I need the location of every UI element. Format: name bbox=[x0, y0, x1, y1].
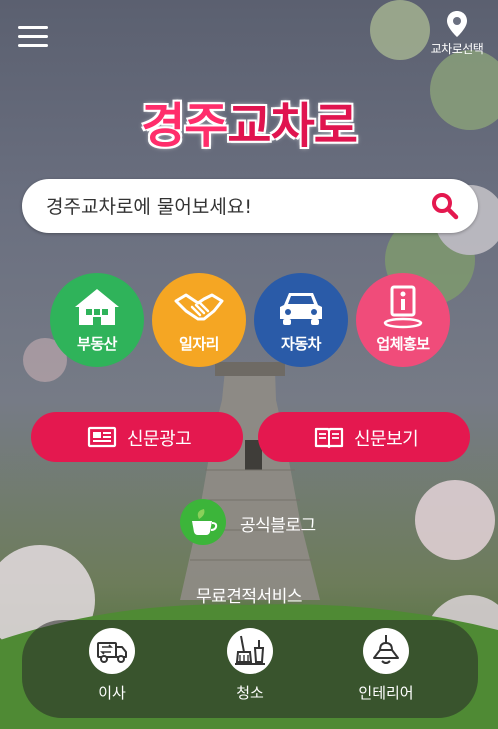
category-label: 업체홍보 bbox=[376, 335, 430, 353]
service-moving[interactable]: 이사 bbox=[67, 628, 157, 703]
free-estimate-service-bar: 이사 청소 인테리어 bbox=[22, 620, 478, 718]
house-icon bbox=[75, 289, 119, 325]
hamburger-line bbox=[18, 35, 48, 38]
location-select-label: 교차로선택 bbox=[430, 42, 484, 56]
map-pin-icon bbox=[447, 11, 467, 37]
newspaper-view-button[interactable]: 신문보기 bbox=[258, 412, 470, 462]
category-real-estate[interactable]: 부동산 bbox=[50, 273, 144, 367]
blog-cup-icon bbox=[180, 499, 226, 545]
category-jobs[interactable]: 일자리 bbox=[152, 273, 246, 367]
app-logo: 경주교차로 bbox=[0, 86, 498, 156]
official-blog-label: 공식블로그 bbox=[240, 516, 316, 536]
service-label: 이사 bbox=[98, 684, 126, 702]
category-business-promo[interactable]: 업체홍보 bbox=[356, 273, 450, 367]
info-board-icon bbox=[383, 285, 423, 329]
location-select-button[interactable]: 교차로선택 bbox=[422, 10, 492, 57]
menu-button[interactable] bbox=[18, 26, 48, 48]
newspaper-ad-label: 신문광고 bbox=[127, 429, 192, 450]
search-bar bbox=[22, 179, 478, 233]
hamburger-line bbox=[18, 44, 48, 47]
service-label: 청소 bbox=[236, 684, 264, 702]
newspaper-icon bbox=[87, 426, 117, 448]
category-label: 자동차 bbox=[281, 335, 321, 353]
open-book-icon bbox=[314, 427, 344, 449]
category-cars[interactable]: 자동차 bbox=[254, 273, 348, 367]
moving-truck-icon bbox=[89, 628, 135, 674]
service-interior[interactable]: 인테리어 bbox=[341, 628, 431, 703]
newspaper-ad-button[interactable]: 신문광고 bbox=[31, 412, 243, 462]
hamburger-line bbox=[18, 26, 48, 29]
car-icon bbox=[280, 293, 322, 325]
category-grid: 부동산 일자리 자동차 업체홍보 bbox=[50, 273, 450, 367]
pendant-lamp-icon bbox=[363, 628, 409, 674]
service-cleaning[interactable]: 청소 bbox=[205, 628, 295, 703]
category-label: 부동산 bbox=[77, 335, 117, 353]
logo-text-part1: 경주 bbox=[141, 98, 228, 154]
newspaper-view-label: 신문보기 bbox=[354, 429, 419, 450]
cleaning-broom-icon bbox=[227, 628, 273, 674]
search-input[interactable] bbox=[44, 187, 428, 227]
app-screen: 교차로선택 경주교차로 부동산 일자리 bbox=[0, 0, 498, 729]
logo-text-part2: 교차로 bbox=[227, 98, 357, 154]
category-label: 일자리 bbox=[179, 335, 219, 353]
free-estimate-title: 무료견적서비스 bbox=[196, 587, 302, 607]
handshake-icon bbox=[174, 293, 224, 321]
service-label: 인테리어 bbox=[358, 684, 414, 702]
search-icon[interactable] bbox=[430, 191, 460, 221]
